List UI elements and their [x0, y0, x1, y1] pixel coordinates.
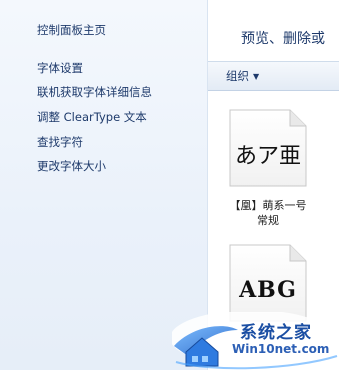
nav-link-change-font-size[interactable]: 更改字体大小: [37, 158, 106, 174]
command-bar: 组织 ▼: [208, 61, 339, 91]
nav-link-find-character[interactable]: 查找字符: [37, 134, 83, 150]
organize-label: 组织: [226, 69, 249, 83]
page-heading: 预览、删除或: [241, 31, 325, 47]
organize-button[interactable]: 组织 ▼: [226, 68, 259, 84]
font-item-2[interactable]: ABG: [228, 243, 308, 323]
watermark-title: 系统之家: [240, 323, 312, 343]
font-sample-text: ABG: [239, 277, 297, 303]
font-sample-text: あア亜: [234, 144, 301, 169]
font-name: 【凰】萌系一号: [229, 199, 307, 212]
watermark-logo: 系统之家 Win10net.com: [172, 312, 339, 370]
watermark-url: Win10net.com: [232, 342, 330, 356]
chevron-down-icon: ▼: [253, 72, 260, 81]
nav-link-font-settings[interactable]: 字体设置: [37, 60, 83, 76]
font-style: 常规: [257, 214, 279, 227]
font-item-1[interactable]: あア亜: [228, 108, 308, 188]
nav-link-get-font-info-online[interactable]: 联机获取字体详细信息: [37, 84, 152, 100]
font-item-1-caption: 【凰】萌系一号 常规: [213, 198, 323, 228]
nav-link-control-panel-home[interactable]: 控制面板主页: [37, 22, 106, 38]
nav-link-adjust-cleartype[interactable]: 调整 ClearType 文本: [37, 109, 147, 125]
